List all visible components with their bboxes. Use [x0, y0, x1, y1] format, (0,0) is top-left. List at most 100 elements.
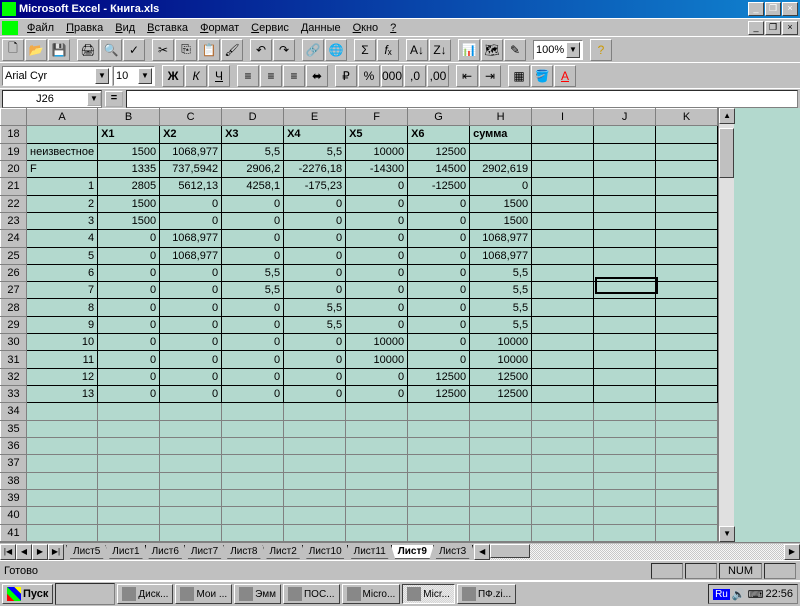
- cell-B28[interactable]: 0: [98, 299, 160, 316]
- cell-C31[interactable]: 0: [160, 351, 222, 368]
- cell-G41[interactable]: [408, 524, 470, 542]
- tray-icon[interactable]: 🔊: [732, 588, 746, 601]
- tray-icon[interactable]: ⌨: [748, 588, 764, 601]
- close-button[interactable]: ×: [782, 2, 798, 16]
- cell-B35[interactable]: [98, 420, 160, 437]
- column-header-I[interactable]: I: [532, 109, 594, 126]
- row-header-33[interactable]: 33: [1, 386, 27, 403]
- cell-J29[interactable]: [594, 316, 656, 333]
- cell-E39[interactable]: [284, 489, 346, 506]
- cell-E18[interactable]: X4: [284, 126, 346, 143]
- zoom-combo[interactable]: 100% ▼: [533, 40, 583, 60]
- fill-color-button[interactable]: 🪣: [531, 65, 553, 87]
- cell-K25[interactable]: [656, 247, 718, 264]
- autosum-button[interactable]: Σ: [354, 39, 376, 61]
- cell-F31[interactable]: 10000: [346, 351, 408, 368]
- cell-E22[interactable]: 0: [284, 195, 346, 212]
- cell-H36[interactable]: [470, 437, 532, 454]
- row-header-41[interactable]: 41: [1, 524, 27, 542]
- cell-E30[interactable]: 0: [284, 334, 346, 351]
- cell-D30[interactable]: 0: [222, 334, 284, 351]
- cell-K31[interactable]: [656, 351, 718, 368]
- taskbar-button[interactable]: Micr...: [402, 584, 455, 604]
- row-header-37[interactable]: 37: [1, 455, 27, 472]
- cell-I21[interactable]: [532, 178, 594, 195]
- document-icon[interactable]: [2, 21, 18, 35]
- cell-G33[interactable]: 12500: [408, 386, 470, 403]
- cell-C18[interactable]: X2: [160, 126, 222, 143]
- column-header-B[interactable]: B: [98, 109, 160, 126]
- cell-C19[interactable]: 1068,977: [160, 143, 222, 160]
- cell-K22[interactable]: [656, 195, 718, 212]
- cell-G36[interactable]: [408, 437, 470, 454]
- row-header-30[interactable]: 30: [1, 334, 27, 351]
- cell-I18[interactable]: [532, 126, 594, 143]
- hyperlink-button[interactable]: 🔗: [302, 39, 324, 61]
- redo-button[interactable]: ↷: [273, 39, 295, 61]
- font-name-combo[interactable]: Arial Cyr ▼: [2, 66, 112, 86]
- cell-F28[interactable]: 0: [346, 299, 408, 316]
- dropdown-icon[interactable]: ▼: [95, 68, 109, 84]
- cell-B20[interactable]: 1335: [98, 160, 160, 177]
- cell-B41[interactable]: [98, 524, 160, 542]
- copy-button[interactable]: ⎘: [175, 39, 197, 61]
- column-header-F[interactable]: F: [346, 109, 408, 126]
- merge-center-button[interactable]: ⬌: [306, 65, 328, 87]
- cell-D36[interactable]: [222, 437, 284, 454]
- equals-button[interactable]: =: [105, 91, 123, 107]
- sheet-tab-Лист8[interactable]: Лист8: [223, 545, 264, 559]
- taskbar-button[interactable]: Эмм: [234, 584, 281, 604]
- row-header-34[interactable]: 34: [1, 403, 27, 420]
- cell-C28[interactable]: 0: [160, 299, 222, 316]
- cell-A21[interactable]: 1: [27, 178, 98, 195]
- scroll-left-button[interactable]: ◀: [474, 544, 490, 560]
- cell-G18[interactable]: X6: [408, 126, 470, 143]
- cell-K39[interactable]: [656, 489, 718, 506]
- cell-H40[interactable]: [470, 507, 532, 524]
- tab-prev-button[interactable]: ◀: [16, 544, 32, 560]
- cell-B27[interactable]: 0: [98, 282, 160, 299]
- cell-F27[interactable]: 0: [346, 282, 408, 299]
- column-header-J[interactable]: J: [594, 109, 656, 126]
- row-header-23[interactable]: 23: [1, 212, 27, 229]
- sheet-tab-Лист11[interactable]: Лист11: [347, 545, 393, 559]
- cell-D20[interactable]: 2906,2: [222, 160, 284, 177]
- cell-G37[interactable]: [408, 455, 470, 472]
- function-wizard-button[interactable]: fₓ: [377, 39, 399, 61]
- cell-B39[interactable]: [98, 489, 160, 506]
- cell-D34[interactable]: [222, 403, 284, 420]
- cell-A32[interactable]: 12: [27, 368, 98, 385]
- cell-K28[interactable]: [656, 299, 718, 316]
- cell-I36[interactable]: [532, 437, 594, 454]
- cell-I24[interactable]: [532, 230, 594, 247]
- cell-I41[interactable]: [532, 524, 594, 542]
- taskbar-button[interactable]: ПФ.zi...: [457, 584, 516, 604]
- cell-E40[interactable]: [284, 507, 346, 524]
- cell-I25[interactable]: [532, 247, 594, 264]
- row-header-40[interactable]: 40: [1, 507, 27, 524]
- taskbar-button[interactable]: Мои ...: [175, 584, 232, 604]
- cell-F37[interactable]: [346, 455, 408, 472]
- cell-F21[interactable]: 0: [346, 178, 408, 195]
- cell-G28[interactable]: 0: [408, 299, 470, 316]
- taskbar-button[interactable]: Micro...: [342, 584, 401, 604]
- cell-C35[interactable]: [160, 420, 222, 437]
- decrease-indent-button[interactable]: ⇤: [456, 65, 478, 87]
- cell-F18[interactable]: X5: [346, 126, 408, 143]
- cell-F40[interactable]: [346, 507, 408, 524]
- spreadsheet-grid[interactable]: ABCDEFGHIJK18X1X2X3X4X5X6сумма19неизвест…: [0, 108, 718, 542]
- dropdown-icon[interactable]: ▼: [138, 68, 152, 84]
- cell-C38[interactable]: [160, 472, 222, 489]
- cell-J30[interactable]: [594, 334, 656, 351]
- horizontal-scrollbar[interactable]: ◀ ▶: [474, 544, 800, 560]
- select-all-corner[interactable]: [1, 109, 27, 126]
- cell-B40[interactable]: [98, 507, 160, 524]
- cell-H38[interactable]: [470, 472, 532, 489]
- tab-first-button[interactable]: |◀: [0, 544, 16, 560]
- cell-C23[interactable]: 0: [160, 212, 222, 229]
- row-header-27[interactable]: 27: [1, 282, 27, 299]
- language-indicator[interactable]: Ru: [713, 589, 730, 600]
- cell-E33[interactable]: 0: [284, 386, 346, 403]
- row-header-25[interactable]: 25: [1, 247, 27, 264]
- cell-J40[interactable]: [594, 507, 656, 524]
